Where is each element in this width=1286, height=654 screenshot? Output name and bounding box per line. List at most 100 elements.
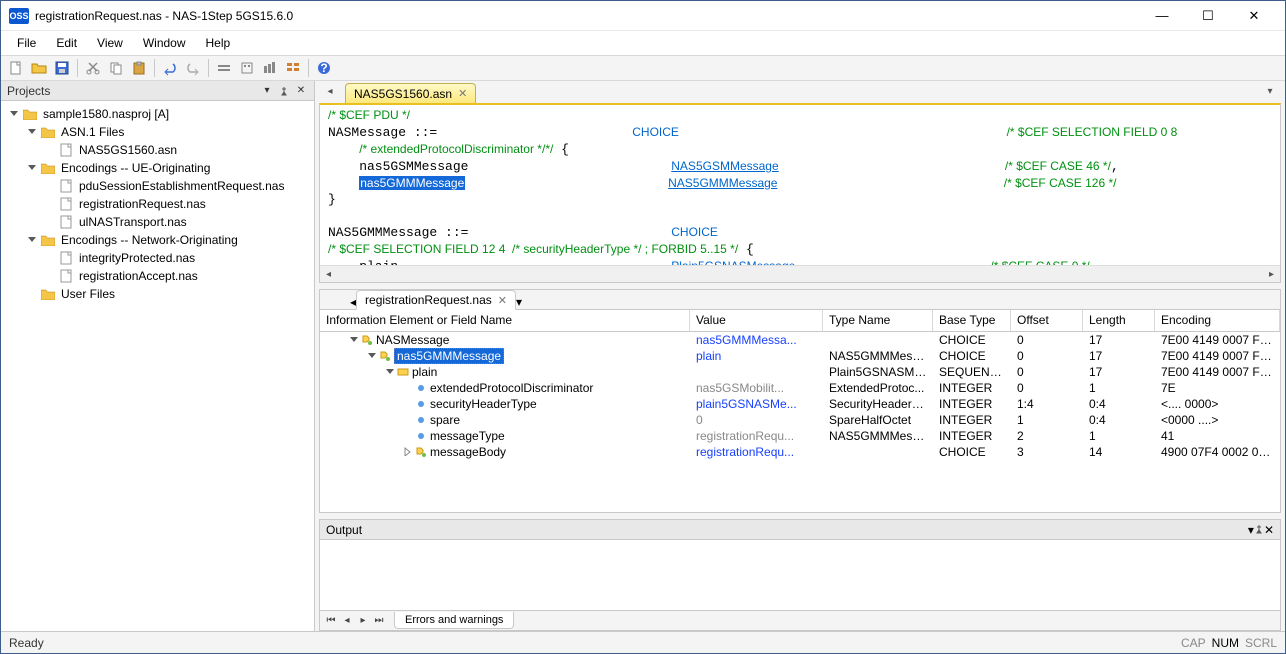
tree-item[interactable]: Encodings -- UE-Originating — [3, 159, 312, 177]
cell-length: 0:4 — [1083, 413, 1155, 427]
column-header[interactable]: Encoding — [1155, 310, 1280, 331]
panel-close-button[interactable]: ✕ — [1264, 523, 1274, 537]
redo-button[interactable] — [182, 57, 204, 79]
tree-item[interactable]: registrationAccept.nas — [3, 267, 312, 285]
tab-menu-button[interactable]: ▾ — [516, 295, 522, 309]
cell-offset: 0 — [1011, 349, 1083, 363]
editor-hscrollbar[interactable]: ◂ ▸ — [320, 265, 1280, 282]
cell-length: 0:4 — [1083, 397, 1155, 411]
output-nav-first[interactable]: ⏮ — [324, 615, 338, 626]
output-nav-next[interactable]: ▸ — [356, 615, 370, 626]
details-grid: Information Element or Field NameValueTy… — [320, 310, 1280, 512]
tree-item[interactable]: User Files — [3, 285, 312, 303]
window-title: registrationRequest.nas - NAS-1Step 5GS1… — [35, 9, 1139, 23]
menu-window[interactable]: Window — [133, 33, 196, 53]
table-row[interactable]: messageTyperegistrationRequ...NAS5GMMMes… — [320, 428, 1280, 444]
folder-icon — [40, 287, 56, 301]
table-row[interactable]: securityHeaderTypeplain5GSNASMe...Securi… — [320, 396, 1280, 412]
scroll-right-icon[interactable]: ▸ — [1263, 266, 1280, 283]
column-header[interactable]: Base Type — [933, 310, 1011, 331]
table-row[interactable]: messageBodyregistrationRequ...CHOICE3144… — [320, 444, 1280, 460]
panel-pin-button[interactable] — [277, 84, 291, 98]
row-type-icon — [396, 365, 410, 379]
new-file-button[interactable] — [5, 57, 27, 79]
row-expander-icon[interactable] — [348, 335, 358, 346]
table-row[interactable]: nas5GMMMessageplainNAS5GMMMess...CHOICE0… — [320, 348, 1280, 364]
panel-pin-button[interactable] — [1254, 523, 1264, 537]
column-header[interactable]: Type Name — [823, 310, 933, 331]
close-button[interactable]: ✕ — [1231, 1, 1277, 31]
projects-panel-header: Projects ▾ ✕ — [1, 81, 314, 101]
grid-body[interactable]: NASMessagenas5GMMMessa...CHOICE0177E00 4… — [320, 332, 1280, 512]
code-area[interactable]: /* $CEF PDU */ NASMessage ::= CHOICE /* … — [320, 105, 1280, 265]
table-row[interactable]: plainPlain5GSNASMe...SEQUENCE0177E00 414… — [320, 364, 1280, 380]
column-header[interactable]: Length — [1083, 310, 1155, 331]
cut-button[interactable] — [82, 57, 104, 79]
projects-tree[interactable]: sample1580.nasproj [A]ASN.1 FilesNAS5GS1… — [1, 101, 314, 631]
tab-menu-button[interactable]: ▾ — [1263, 84, 1277, 98]
cell-basetype: INTEGER — [933, 413, 1011, 427]
tool-button-4[interactable] — [282, 57, 304, 79]
expander-icon[interactable] — [25, 127, 37, 138]
maximize-button[interactable]: ☐ — [1185, 1, 1231, 31]
tree-item[interactable]: Encodings -- Network-Originating — [3, 231, 312, 249]
scroll-left-icon[interactable]: ◂ — [320, 266, 337, 283]
output-tab-errors[interactable]: Errors and warnings — [394, 612, 514, 629]
output-nav-prev[interactable]: ◂ — [340, 615, 354, 626]
main-area: Projects ▾ ✕ sample1580.nasproj [A]ASN.1… — [1, 81, 1285, 631]
tree-item-label: registrationRequest.nas — [77, 197, 208, 211]
open-file-button[interactable] — [28, 57, 50, 79]
minimize-button[interactable]: — — [1139, 1, 1185, 31]
cell-value: 0 — [690, 413, 823, 427]
column-header[interactable]: Information Element or Field Name — [320, 310, 690, 331]
panel-menu-button[interactable]: ▾ — [260, 84, 274, 98]
tree-item[interactable]: registrationRequest.nas — [3, 195, 312, 213]
expander-icon[interactable] — [7, 109, 19, 120]
table-row[interactable]: extendedProtocolDiscriminatornas5GSMobil… — [320, 380, 1280, 396]
tab-asn-file[interactable]: NAS5GS1560.asn ✕ — [345, 83, 476, 103]
column-header[interactable]: Value — [690, 310, 823, 331]
tree-item-label: ulNASTransport.nas — [77, 215, 189, 229]
cell-value: plain — [690, 349, 823, 363]
menu-help[interactable]: Help — [196, 33, 241, 53]
menu-view[interactable]: View — [87, 33, 133, 53]
menu-file[interactable]: File — [7, 33, 46, 53]
cell-typename: SpareHalfOctet — [823, 413, 933, 427]
tab-scroll-left[interactable]: ◂ — [323, 84, 337, 98]
column-header[interactable]: Offset — [1011, 310, 1083, 331]
projects-panel-title: Projects — [7, 84, 50, 98]
menu-edit[interactable]: Edit — [46, 33, 87, 53]
tab-registration-request[interactable]: registrationRequest.nas ✕ — [356, 290, 516, 310]
tool-button-2[interactable] — [236, 57, 258, 79]
output-nav-last[interactable]: ⏭ — [372, 615, 386, 626]
tree-item[interactable]: sample1580.nasproj [A] — [3, 105, 312, 123]
table-row[interactable]: NASMessagenas5GMMMessa...CHOICE0177E00 4… — [320, 332, 1280, 348]
cell-offset: 0 — [1011, 333, 1083, 347]
tab-close-icon[interactable]: ✕ — [458, 87, 467, 100]
panel-close-button[interactable]: ✕ — [294, 84, 308, 98]
details-tabbar: ◂ registrationRequest.nas ✕ ▾ — [320, 290, 1280, 310]
tool-button-3[interactable] — [259, 57, 281, 79]
code-editor[interactable]: /* $CEF PDU */ NASMessage ::= CHOICE /* … — [319, 103, 1281, 283]
expander-icon[interactable] — [25, 235, 37, 246]
field-name: plain — [412, 365, 437, 379]
cell-offset: 1 — [1011, 413, 1083, 427]
copy-button[interactable] — [105, 57, 127, 79]
tree-item[interactable]: integrityProtected.nas — [3, 249, 312, 267]
tree-item[interactable]: ulNASTransport.nas — [3, 213, 312, 231]
undo-button[interactable] — [159, 57, 181, 79]
cell-encoding: 7E — [1155, 381, 1280, 395]
tree-item[interactable]: ASN.1 Files — [3, 123, 312, 141]
table-row[interactable]: spare0SpareHalfOctetINTEGER10:4<0000 ...… — [320, 412, 1280, 428]
tree-item[interactable]: NAS5GS1560.asn — [3, 141, 312, 159]
tool-button-1[interactable] — [213, 57, 235, 79]
save-button[interactable] — [51, 57, 73, 79]
row-expander-icon[interactable] — [366, 351, 376, 362]
row-expander-icon[interactable] — [402, 447, 412, 458]
paste-button[interactable] — [128, 57, 150, 79]
tree-item[interactable]: pduSessionEstablishmentRequest.nas — [3, 177, 312, 195]
row-expander-icon[interactable] — [384, 367, 394, 378]
help-button[interactable]: ? — [313, 57, 335, 79]
tab-close-icon[interactable]: ✕ — [498, 294, 507, 307]
expander-icon[interactable] — [25, 163, 37, 174]
